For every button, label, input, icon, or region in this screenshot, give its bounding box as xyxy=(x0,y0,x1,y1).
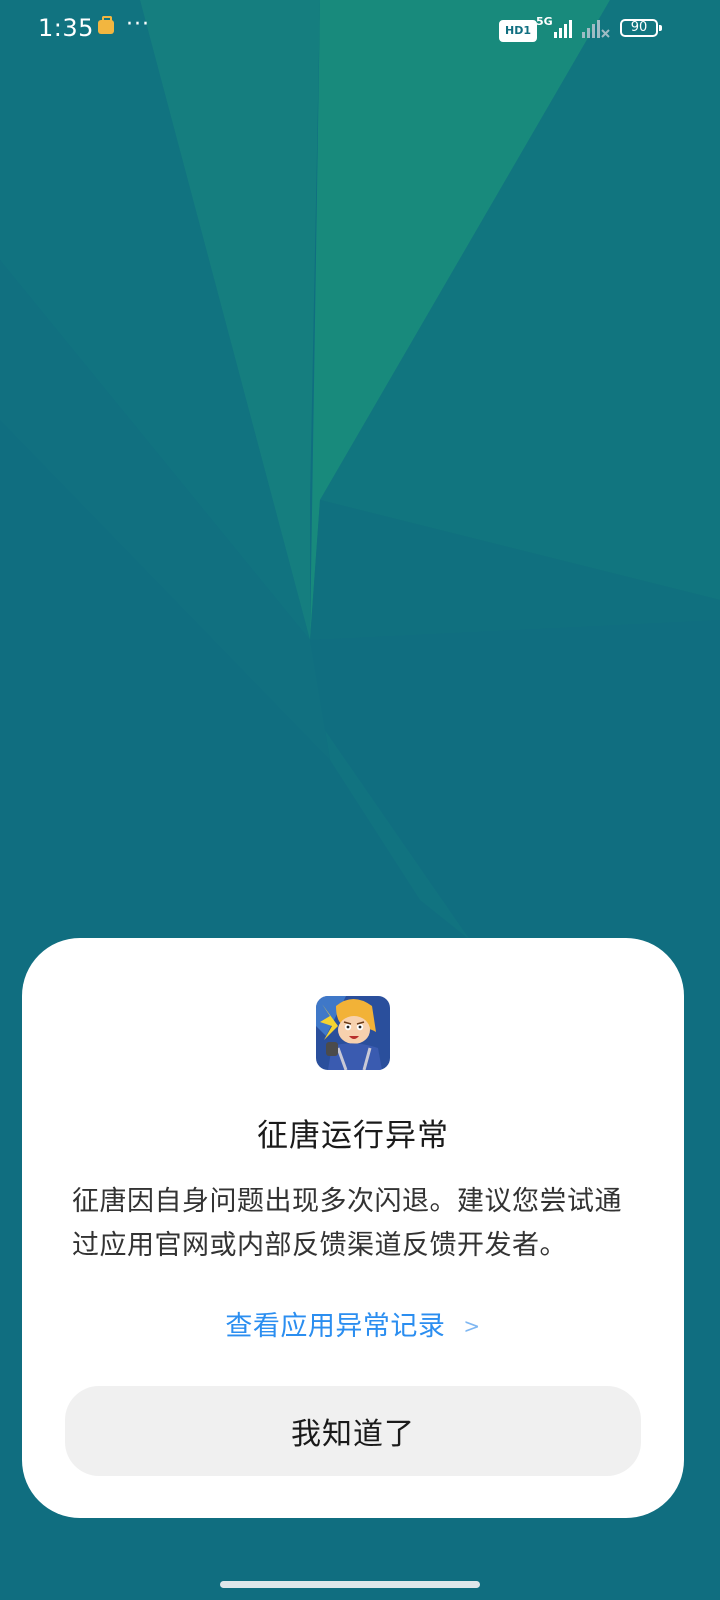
status-bar: 1:35 ··· HD1 5G 90 xyxy=(0,0,720,60)
home-indicator[interactable] xyxy=(220,1581,480,1588)
clock: 1:35 xyxy=(38,14,94,42)
dialog-title: 征唐运行异常 xyxy=(257,1118,449,1154)
view-crash-records-label: 查看应用异常记录 xyxy=(225,1311,446,1342)
no-signal-icon xyxy=(582,20,610,38)
chevron-right-icon: > xyxy=(463,1314,481,1338)
view-crash-records-link[interactable]: 查看应用异常记录 > xyxy=(22,1304,684,1343)
game-hero-character-icon xyxy=(316,996,390,1070)
more-notifications-icon: ··· xyxy=(126,12,150,37)
dialog-message: 征唐因自身问题出现多次闪退。建议您尝试通过应用官网或内部反馈渠道反馈开发者。 xyxy=(72,1186,622,1261)
battery-icon: 90 xyxy=(620,19,662,37)
hd-voice-badge: HD1 xyxy=(499,20,537,42)
app-crash-dialog: 征唐运行异常 征唐因自身问题出现多次闪退。建议您尝试通过应用官网或内部反馈渠道反… xyxy=(22,938,684,1518)
signal-strength-icon xyxy=(554,20,572,38)
shopping-bag-icon xyxy=(98,16,114,34)
got-it-button[interactable]: 我知道了 xyxy=(65,1386,641,1476)
